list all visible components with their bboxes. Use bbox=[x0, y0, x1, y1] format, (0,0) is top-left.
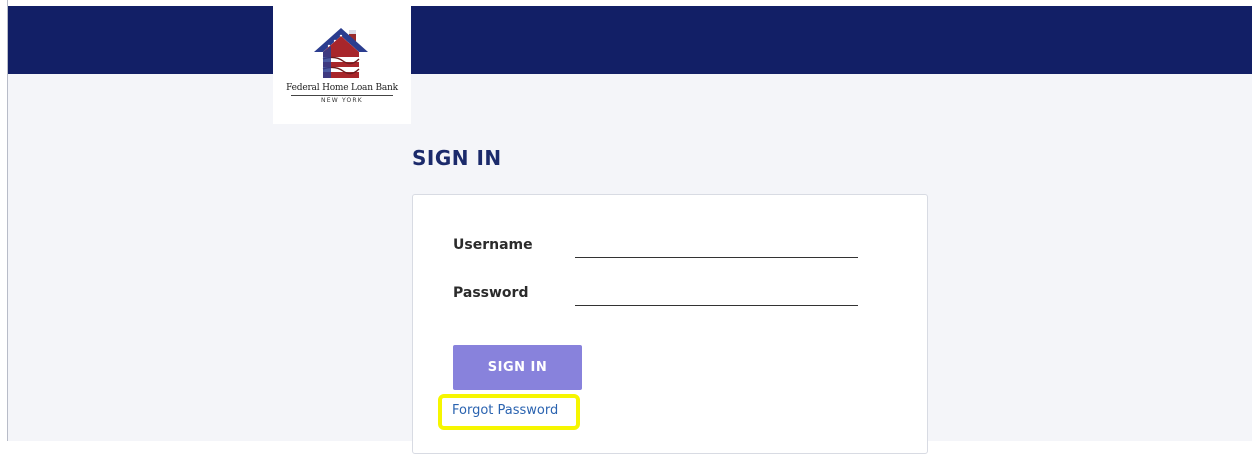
page: Federal Home Loan Bank NEW YORK SIGN IN … bbox=[0, 0, 1252, 454]
header-bar bbox=[8, 6, 1252, 74]
logo[interactable]: Federal Home Loan Bank NEW YORK bbox=[273, 6, 411, 124]
password-input[interactable] bbox=[575, 283, 858, 306]
username-label: Username bbox=[453, 237, 533, 253]
flag-house-icon bbox=[314, 28, 368, 78]
logo-name: Federal Home Loan Bank bbox=[286, 83, 398, 93]
logo-subtitle: NEW YORK bbox=[321, 97, 363, 104]
logo-divider bbox=[291, 95, 393, 96]
forgot-password-link[interactable]: Forgot Password bbox=[452, 403, 558, 418]
username-input[interactable] bbox=[575, 235, 858, 258]
password-label: Password bbox=[453, 285, 529, 301]
sign-in-button[interactable]: SIGN IN bbox=[453, 345, 582, 390]
page-title: SIGN IN bbox=[412, 146, 502, 170]
